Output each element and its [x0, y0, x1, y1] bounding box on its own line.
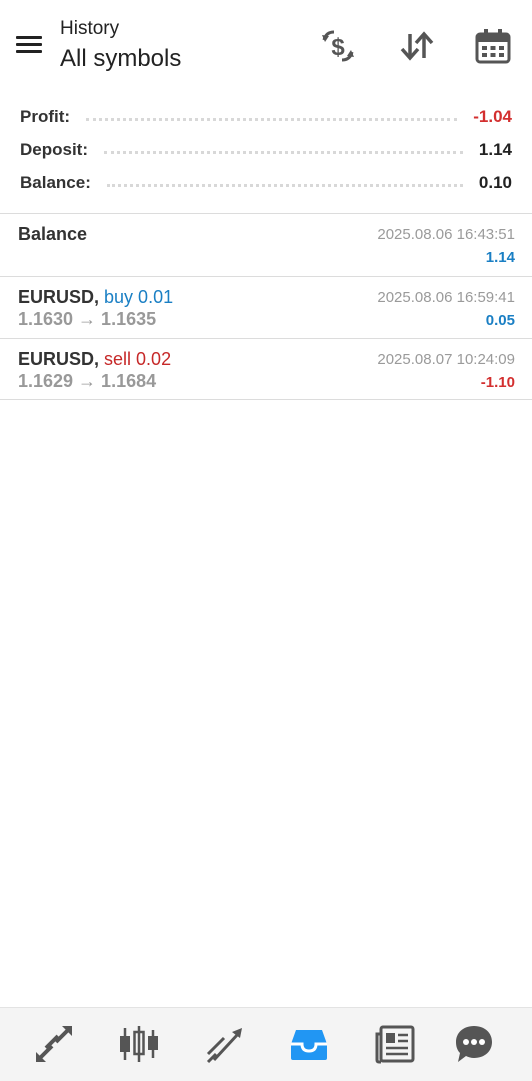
deal-side: buy 0.01 [104, 287, 174, 307]
top-app-bar: History All symbols $ [0, 0, 532, 96]
profit-row: Profit: -1.04 [20, 103, 512, 131]
deal-profit: 1.14 [485, 249, 515, 266]
page-subtitle: History [60, 18, 120, 39]
symbol-filter-title[interactable]: All symbols [60, 45, 181, 73]
divider [0, 399, 532, 400]
deal-row-balance[interactable]: Balance 2025.08.06 16:43:51 1.14 [0, 214, 532, 275]
balance-label: Balance: [20, 173, 91, 192]
news-icon[interactable] [373, 1022, 417, 1066]
chart-icon[interactable] [117, 1022, 161, 1066]
deposit-label: Deposit: [20, 140, 88, 159]
deal-profit: -1.10 [480, 374, 515, 391]
bottom-navigation [0, 1007, 532, 1081]
deal-symbol: Balance [18, 224, 88, 244]
deposit-value: 1.14 [478, 140, 512, 159]
deal-time: 2025.08.06 16:59:41 [377, 289, 515, 306]
leader-dots [86, 117, 458, 121]
chat-icon[interactable] [452, 1022, 496, 1066]
deposit-row: Deposit: 1.14 [20, 136, 512, 164]
deal-side: sell 0.02 [104, 349, 172, 369]
leader-dots [104, 150, 463, 154]
deal-prices: 1.1629 → 1.1684 [18, 371, 157, 391]
leader-dots [106, 183, 463, 187]
currency-exchange-icon[interactable]: $ [318, 26, 358, 66]
quotes-icon[interactable] [32, 1022, 76, 1066]
history-icon[interactable] [287, 1022, 331, 1066]
deal-profit: 0.05 [485, 312, 515, 329]
trade-icon[interactable] [202, 1022, 246, 1066]
calendar-icon[interactable] [473, 26, 513, 66]
svg-text:$: $ [331, 34, 345, 61]
profit-label: Profit: [20, 107, 71, 126]
deal-time: 2025.08.06 16:43:51 [377, 226, 515, 243]
deal-symbol: EURUSD, [18, 287, 100, 307]
deal-time: 2025.08.07 10:24:09 [377, 351, 515, 368]
deal-symbol-line: EURUSD, sell 0.02 [18, 349, 171, 370]
deal-row[interactable]: EURUSD, sell 0.02 1.1629 → 1.1684 2025.0… [0, 339, 532, 400]
balance-row: Balance: 0.10 [20, 169, 512, 197]
deal-prices: 1.1630 → 1.1635 [18, 309, 157, 329]
deal-symbol: EURUSD, [18, 349, 100, 369]
balance-value: 0.10 [478, 173, 512, 192]
profit-value: -1.04 [473, 107, 512, 126]
deal-row[interactable]: EURUSD, buy 0.01 1.1630 → 1.1635 2025.08… [0, 277, 532, 338]
menu-icon[interactable] [14, 32, 44, 58]
sort-icon[interactable] [397, 26, 437, 66]
deal-symbol-line: EURUSD, buy 0.01 [18, 287, 173, 308]
